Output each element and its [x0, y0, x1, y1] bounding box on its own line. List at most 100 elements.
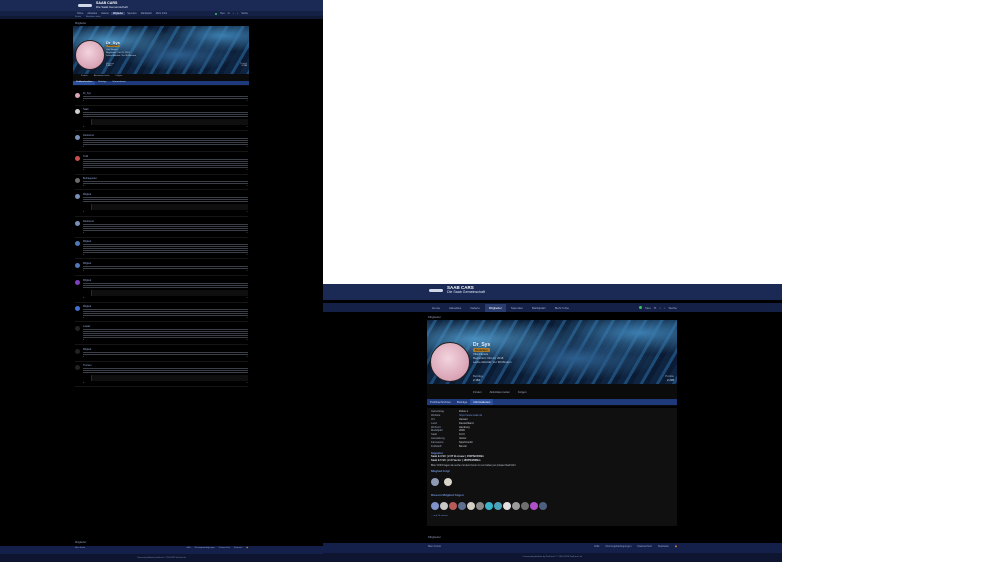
nav-tab-aktuelles[interactable]: Aktuelles: [445, 306, 465, 310]
avatar[interactable]: [75, 241, 80, 246]
like-icon[interactable]: ♥: [83, 100, 84, 102]
member-avatar[interactable]: [485, 501, 493, 510]
site-logo[interactable]: SAAB CARS Die Saab Gemeinschaft: [78, 1, 128, 9]
avatar[interactable]: [75, 263, 80, 268]
search-link[interactable]: Suche: [668, 306, 677, 310]
new-posts-link[interactable]: Neu: [645, 306, 651, 310]
post-author[interactable]: Loader: [83, 325, 248, 328]
share-activity-button[interactable]: Aktivitäten teilen: [94, 75, 110, 77]
nav-tab-galerie[interactable]: Galerie: [99, 12, 111, 15]
member-avatar[interactable]: [494, 501, 502, 510]
avatar[interactable]: [75, 93, 80, 98]
avatar[interactable]: [75, 40, 105, 70]
find-button[interactable]: Finden: [473, 390, 482, 394]
mail-icon[interactable]: ✉: [228, 12, 230, 15]
member-avatar[interactable]: [476, 501, 484, 510]
member-avatar[interactable]: [512, 501, 520, 510]
nav-tab-marktplatz[interactable]: Marktplatz: [528, 306, 550, 310]
avatar[interactable]: [75, 194, 80, 199]
member-avatar[interactable]: [530, 501, 538, 510]
follow-button[interactable]: Folgen: [116, 75, 123, 77]
breadcrumb-bottom[interactable]: Mitglieder: [428, 535, 441, 539]
member-avatar[interactable]: [521, 501, 529, 510]
reply-icon[interactable]: ↩: [246, 211, 248, 213]
member-avatar[interactable]: [467, 501, 475, 510]
post-author[interactable]: Mitglied: [83, 240, 248, 243]
member-avatar[interactable]: [503, 501, 511, 510]
reply-icon[interactable]: ↩: [246, 356, 248, 358]
avatar[interactable]: [75, 280, 80, 285]
post-author[interactable]: Mitglied: [83, 305, 248, 308]
reply-icon[interactable]: ↩: [246, 270, 248, 272]
avatar[interactable]: [75, 326, 80, 331]
post-author[interactable]: Danksund: [83, 134, 248, 137]
share-activity-button[interactable]: Aktivitäten teilen: [490, 390, 510, 394]
like-icon[interactable]: ♥: [83, 297, 84, 299]
nav-tab-aktuelles[interactable]: Aktuelles: [85, 12, 99, 15]
tab-posts[interactable]: Beiträge: [95, 81, 109, 85]
member-avatar[interactable]: [431, 501, 439, 510]
like-icon[interactable]: ♥: [83, 270, 84, 272]
member-avatar[interactable]: [458, 501, 466, 510]
member-avatar[interactable]: [539, 501, 547, 510]
footer-link-terms[interactable]: Nutzungsbedingungen: [605, 545, 631, 551]
tab-information[interactable]: Informationen: [470, 399, 494, 405]
like-icon[interactable]: ♥: [83, 382, 84, 384]
bell-icon[interactable]: ♪: [233, 12, 234, 15]
avatar[interactable]: [75, 109, 80, 114]
avatar[interactable]: [75, 221, 80, 226]
reply-icon[interactable]: ↩: [246, 169, 248, 171]
post-author[interactable]: Dr_Sys: [83, 92, 248, 95]
reply-icon[interactable]: ↩: [246, 317, 248, 319]
avatar[interactable]: [75, 156, 80, 161]
post-author[interactable]: Mitglied: [83, 279, 248, 282]
footer-link-privacy[interactable]: Datenschutz: [637, 545, 651, 551]
like-icon[interactable]: ♥: [83, 339, 84, 341]
followers-more-link[interactable]: ... und 10 weitere: [431, 515, 673, 517]
search-icon[interactable]: ⌕: [237, 12, 238, 15]
breadcrumb[interactable]: Mitglieder: [428, 315, 441, 319]
like-icon[interactable]: ♥: [83, 126, 84, 128]
tab-information[interactable]: Informationen: [109, 81, 128, 85]
post-author[interactable]: Trolli: [83, 155, 248, 158]
avatar[interactable]: [430, 342, 470, 382]
reply-icon[interactable]: ↩: [246, 339, 248, 341]
avatar[interactable]: [75, 306, 80, 311]
post-author[interactable]: Mitglied: [83, 348, 248, 351]
find-button[interactable]: Finden: [81, 75, 88, 77]
post-author[interactable]: Mitglied: [83, 193, 248, 196]
like-icon[interactable]: ♥: [83, 146, 84, 148]
like-icon[interactable]: ♥: [83, 317, 84, 319]
tab-profile-messages[interactable]: Profilnachrichten: [427, 399, 454, 405]
nav-tab-mitglieder[interactable]: Mitglieder: [110, 12, 126, 15]
post-author[interactable]: Saab: [83, 108, 248, 111]
member-avatar[interactable]: [444, 477, 453, 486]
footer-link-help[interactable]: Hilfe: [594, 545, 599, 551]
avatar[interactable]: [75, 349, 80, 354]
post-author[interactable]: Mitglied: [83, 262, 248, 265]
rss-icon[interactable]: ◼: [675, 545, 677, 551]
nav-tab-mehr-infos[interactable]: Mehr Infos: [154, 12, 169, 15]
footer-account-link[interactable]: Mein Konto: [428, 545, 441, 551]
avatar[interactable]: [75, 178, 80, 183]
nav-tab-home[interactable]: Home: [428, 306, 444, 310]
follow-button[interactable]: Folgen: [518, 390, 527, 394]
like-icon[interactable]: ♥: [83, 254, 84, 256]
reply-icon[interactable]: ↩: [246, 146, 248, 148]
like-icon[interactable]: ♥: [83, 356, 84, 358]
nav-tab-spenden[interactable]: Spenden: [125, 12, 139, 15]
reply-icon[interactable]: ↩: [246, 297, 248, 299]
footer-link-home[interactable]: Startseite: [658, 545, 669, 551]
nav-tab-spenden[interactable]: Spenden: [507, 306, 527, 310]
member-avatar[interactable]: [431, 477, 439, 486]
mail-icon[interactable]: ✉: [654, 306, 657, 310]
sub-nav-item[interactable]: Finden: [75, 16, 81, 19]
like-icon[interactable]: ♥: [83, 185, 84, 187]
like-icon[interactable]: ♥: [83, 211, 84, 213]
avatar[interactable]: [75, 365, 80, 370]
reply-icon[interactable]: ↩: [246, 126, 248, 128]
search-link[interactable]: Suche: [241, 12, 248, 15]
like-icon[interactable]: ♥: [83, 169, 84, 171]
avatar[interactable]: [75, 135, 80, 140]
like-icon[interactable]: ♥: [83, 232, 84, 234]
